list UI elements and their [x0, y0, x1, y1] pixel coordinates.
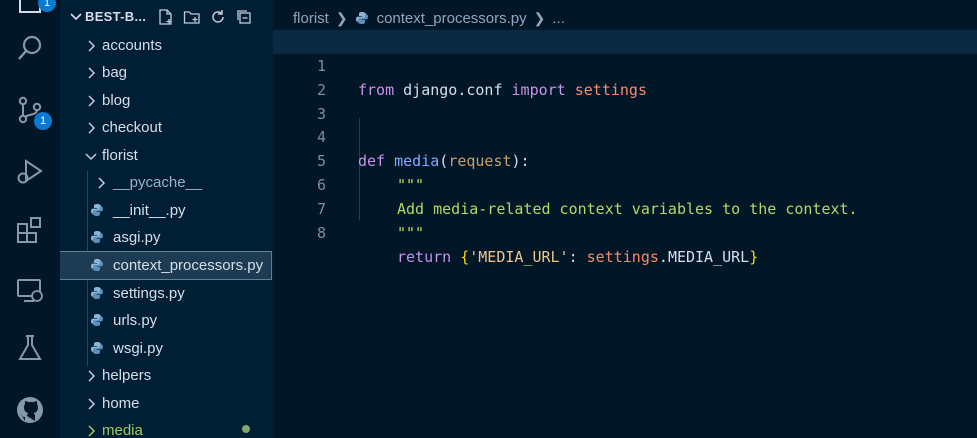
- python-file-icon: [90, 258, 106, 274]
- tree-item-settings-py[interactable]: settings.py: [60, 280, 273, 307]
- tree-item-label: urls.py: [113, 312, 158, 329]
- workspace-title: BEST-B...: [85, 9, 147, 24]
- explorer-actions: [156, 7, 254, 27]
- tree-item-helpers[interactable]: helpers: [60, 362, 273, 389]
- explorer-badge: 1: [38, 0, 56, 12]
- code-text: """: [397, 224, 425, 242]
- chevron-right-icon: [84, 397, 98, 411]
- tree-item-florist[interactable]: florist: [60, 142, 273, 169]
- python-file-icon: [355, 11, 369, 25]
- breadcrumb: florist ❯ context_processors.py ❯ ...: [293, 8, 565, 28]
- code-line-4[interactable]: 4 def media(request):: [273, 101, 977, 170]
- remote-explorer-icon[interactable]: [12, 272, 48, 308]
- code-line-1[interactable]: 1 from django.conf import settings: [273, 30, 977, 99]
- code-line-5[interactable]: 5 """: [273, 125, 977, 194]
- tree-item-label: context_processors.py: [113, 257, 264, 274]
- tree-item-checkout[interactable]: checkout: [60, 114, 273, 141]
- code-line-8[interactable]: 8 return {'MEDIA_URL': settings.MEDIA_UR…: [273, 197, 977, 266]
- tree-item-init-py[interactable]: __init__.py: [60, 197, 273, 224]
- tree-item-label: florist: [102, 147, 138, 164]
- breadcrumb-file[interactable]: context_processors.py: [377, 10, 527, 27]
- modified-dot-icon: [242, 425, 250, 433]
- code-line-2[interactable]: 2: [273, 54, 977, 99]
- chevron-right-icon: [84, 424, 98, 438]
- tree-item-label: __init__.py: [113, 202, 186, 219]
- chevron-right-icon: [84, 66, 98, 80]
- editor[interactable]: florist ❯ context_processors.py ❯ ... 1 …: [273, 0, 977, 438]
- tree-item-label: checkout: [102, 119, 163, 136]
- chevron-right-icon: ❯: [533, 9, 546, 26]
- chevron-right-icon: [84, 369, 98, 383]
- testing-icon[interactable]: [12, 330, 48, 366]
- code-line-3[interactable]: 3: [273, 78, 977, 123]
- breadcrumb-more[interactable]: ...: [552, 10, 565, 27]
- python-file-icon: [90, 341, 106, 357]
- new-folder-icon[interactable]: [182, 7, 202, 27]
- search-icon[interactable]: [12, 30, 48, 66]
- tree-item-context-processors-py[interactable]: context_processors.py: [60, 251, 272, 280]
- chevron-right-icon: [84, 121, 98, 135]
- chevron-right-icon: ❯: [335, 9, 348, 26]
- chevron-right-icon: [84, 94, 98, 108]
- extensions-icon[interactable]: [12, 212, 48, 248]
- tree-item-label: home: [102, 395, 140, 412]
- python-file-icon: [90, 203, 106, 219]
- activity-bar: 1 1: [0, 0, 61, 438]
- tree-item-label: blog: [102, 92, 131, 109]
- chevron-right-icon: [94, 176, 108, 190]
- code-line-7[interactable]: 7 """: [273, 173, 977, 242]
- github-icon[interactable]: [12, 392, 48, 428]
- tree-item-label: media: [102, 422, 143, 438]
- tree-item-asgi-py[interactable]: asgi.py: [60, 224, 273, 251]
- chevron-down-icon[interactable]: [68, 8, 84, 24]
- explorer-icon[interactable]: 1: [12, 0, 56, 20]
- tree-item-label: accounts: [102, 37, 163, 54]
- source-control-icon[interactable]: 1: [12, 92, 52, 130]
- python-file-icon: [90, 230, 106, 246]
- refresh-icon[interactable]: [208, 7, 228, 27]
- line-number: 8: [316, 224, 326, 242]
- tree-item-label: asgi.py: [113, 229, 161, 246]
- code-text: return {'MEDIA_URL': settings.MEDIA_URL}: [397, 248, 759, 266]
- tree-item-home[interactable]: home: [60, 390, 273, 417]
- tree-item-pycache[interactable]: __pycache__: [60, 169, 273, 196]
- tree-item-label: wsgi.py: [113, 340, 164, 357]
- python-file-icon: [90, 286, 106, 302]
- tree-item-label: bag: [102, 64, 128, 81]
- breadcrumb-folder[interactable]: florist: [293, 10, 329, 27]
- tree-item-urls-py[interactable]: urls.py: [60, 307, 273, 334]
- tree-item-label: __pycache__: [113, 174, 203, 191]
- collapse-all-icon[interactable]: [234, 7, 254, 27]
- explorer-header[interactable]: BEST-B...: [60, 4, 273, 30]
- tree-item-bag[interactable]: bag: [60, 59, 273, 86]
- tree-item-label: settings.py: [113, 285, 185, 302]
- scm-badge: 1: [34, 112, 52, 130]
- tree-item-accounts[interactable]: accounts: [60, 32, 273, 59]
- python-file-icon: [90, 313, 106, 329]
- tree-item-label: helpers: [102, 367, 152, 384]
- run-debug-icon[interactable]: [12, 154, 48, 190]
- chevron-right-icon: [84, 39, 98, 53]
- new-file-icon[interactable]: [156, 7, 176, 27]
- chevron-down-icon: [84, 149, 98, 163]
- explorer-sidebar: BEST-B... accounts bag blog checkout flo…: [60, 0, 273, 438]
- tree-item-wsgi-py[interactable]: wsgi.py: [60, 335, 273, 362]
- code-line-6[interactable]: 6 Add media-related context variables to…: [273, 149, 977, 218]
- tree-item-blog[interactable]: blog: [60, 87, 273, 114]
